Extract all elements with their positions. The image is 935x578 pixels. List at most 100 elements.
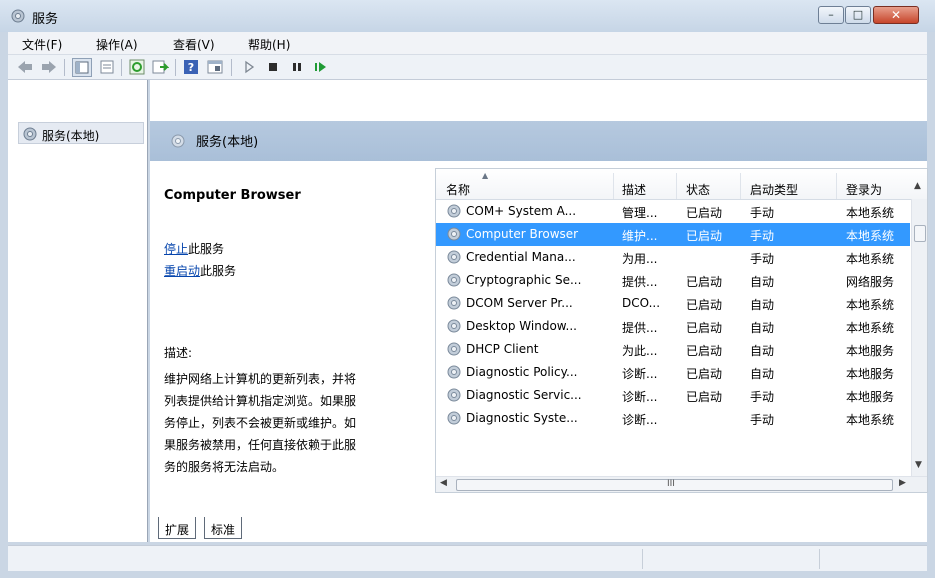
menu-view[interactable]: 查看(V) (173, 36, 215, 53)
minimize-button[interactable]: – (818, 6, 844, 24)
column-divider[interactable] (613, 173, 614, 199)
refresh-icon[interactable] (128, 59, 146, 75)
cell-logon: 本地系统 (846, 229, 895, 243)
cell-desc: 诊断... (622, 390, 658, 404)
scroll-left-icon[interactable]: ◀ (440, 478, 447, 488)
cell-startup: 手动 (750, 390, 775, 404)
start-icon[interactable] (240, 59, 258, 75)
restart-service-link-row: 重启动此服务 (164, 262, 236, 279)
column-header-logon-as[interactable]: 登录为 (846, 181, 882, 198)
cell-logon: 网络服务 (846, 275, 895, 289)
table-row[interactable]: Diagnostic Policy... 诊断... 已启动 自动 本地服务 (436, 361, 910, 384)
menu-file[interactable]: 文件(F) (22, 36, 62, 53)
services-list: ▲ 名称 描述 状态 启动类型 登录为 ▲ COM+ System A... 管理… (435, 168, 928, 493)
restart-icon[interactable] (311, 59, 329, 75)
window-title: 服务 (32, 12, 59, 27)
cell-status: 已启动 (686, 206, 723, 220)
show-hide-tree-icon[interactable] (72, 58, 92, 77)
column-header-description[interactable]: 描述 (622, 181, 646, 198)
export-list-icon[interactable] (151, 59, 170, 75)
table-row[interactable]: Diagnostic Syste... 诊断... 手动 本地系统 (436, 407, 910, 430)
column-divider[interactable] (676, 173, 677, 199)
table-row[interactable]: Cryptographic Se... 提供... 已启动 自动 网络服务 (436, 269, 910, 292)
table-row[interactable]: Desktop Window... 提供... 已启动 自动 本地系统 (436, 315, 910, 338)
cell-status: 已启动 (686, 229, 723, 243)
menu-help[interactable]: 帮助(H) (248, 36, 290, 53)
vertical-scroll-thumb[interactable] (914, 225, 926, 242)
stop-icon[interactable] (264, 59, 282, 75)
view-tabs: 扩展 标准 (150, 515, 927, 542)
pause-icon[interactable] (288, 59, 306, 75)
cell-status: 已启动 (686, 390, 723, 404)
cell-status: 已启动 (686, 344, 723, 358)
help-icon[interactable]: ? (182, 59, 200, 75)
service-gear-icon (446, 364, 462, 380)
table-row[interactable]: COM+ System A... 管理... 已启动 手动 本地系统 (436, 200, 910, 223)
title-bar[interactable]: 服务 – □ ✕ (0, 0, 935, 32)
cell-desc: DCO... (622, 296, 661, 310)
tab-extended[interactable]: 扩展 (158, 517, 197, 539)
table-row-selected[interactable]: Computer Browser 维护... 已启动 手动 本地系统 (436, 223, 910, 246)
cell-name: Cryptographic Se... (466, 273, 582, 287)
scroll-right-icon[interactable]: ▶ (899, 478, 906, 488)
close-button[interactable]: ✕ (873, 6, 919, 24)
column-divider[interactable] (740, 173, 741, 199)
toolbar-separator (231, 59, 232, 76)
column-header-status[interactable]: 状态 (686, 181, 710, 198)
forward-icon[interactable] (40, 59, 58, 75)
cell-startup: 自动 (750, 321, 775, 335)
cell-logon: 本地系统 (846, 298, 895, 312)
cell-desc: 诊断... (622, 367, 658, 381)
service-gear-icon (446, 341, 462, 357)
service-gear-icon (446, 203, 462, 219)
back-icon[interactable] (16, 59, 34, 75)
cell-name: Credential Mana... (466, 250, 576, 264)
maximize-button[interactable]: □ (845, 6, 871, 24)
cell-name: DHCP Client (466, 342, 539, 356)
cell-status: 已启动 (686, 321, 723, 335)
cell-startup: 手动 (750, 206, 775, 220)
horizontal-scroll-thumb[interactable]: III (456, 479, 893, 491)
svg-text:?: ? (188, 61, 194, 74)
description-label: 描述: (164, 346, 193, 360)
scroll-up-icon[interactable]: ▲ (914, 181, 921, 191)
status-divider (819, 549, 820, 569)
description-line: 果服务被禁用，任何直接依赖于此服 (164, 438, 357, 452)
status-divider (642, 549, 643, 569)
service-gear-icon (446, 387, 462, 403)
table-row[interactable]: Credential Mana... 为用... 手动 本地系统 (436, 246, 910, 269)
scroll-down-icon[interactable]: ▼ (915, 460, 922, 470)
sort-ascending-icon: ▲ (482, 171, 489, 180)
tree-item-services-local[interactable]: 服务(本地) (42, 127, 99, 144)
horizontal-scrollbar[interactable]: ◀ III ▶ (436, 476, 927, 492)
cell-desc: 提供... (622, 321, 658, 335)
cell-startup: 自动 (750, 275, 775, 289)
cell-startup: 自动 (750, 298, 775, 312)
column-header-startup-type[interactable]: 启动类型 (750, 181, 798, 198)
vertical-scrollbar[interactable]: ▼ (911, 199, 927, 476)
column-divider[interactable] (836, 173, 837, 199)
console-tree: 服务(本地) (8, 80, 148, 542)
toolbar-separator (121, 59, 122, 76)
cell-desc: 诊断... (622, 413, 658, 427)
properties-icon[interactable] (98, 59, 116, 75)
services-gear-icon (22, 126, 38, 142)
table-row[interactable]: Diagnostic Servic... 诊断... 已启动 手动 本地服务 (436, 384, 910, 407)
restart-service-link[interactable]: 重启动 (164, 264, 200, 278)
maximize-icon: □ (852, 8, 864, 21)
table-row[interactable]: DCOM Server Pr... DCO... 已启动 自动 本地系统 (436, 292, 910, 315)
menu-action[interactable]: 操作(A) (96, 36, 138, 53)
stop-service-link[interactable]: 停止 (164, 242, 188, 256)
menu-bar: 文件(F) 操作(A) 查看(V) 帮助(H) (8, 32, 927, 54)
table-row[interactable]: DHCP Client 为此... 已启动 自动 本地服务 (436, 338, 910, 361)
cell-name: Desktop Window... (466, 319, 577, 333)
column-header-name[interactable]: 名称 (446, 181, 470, 198)
toolbar-separator (175, 59, 176, 76)
description-line: 务的服务将无法启动。 (164, 460, 285, 474)
stop-service-suffix: 此服务 (188, 242, 225, 256)
tab-standard[interactable]: 标准 (204, 517, 243, 539)
services-panel: 服务(本地) Computer Browser 停止此服务 重启动此服务 描述:… (150, 80, 928, 542)
console-icon[interactable] (206, 59, 224, 75)
description-line: 务停止，列表不会被更新或维护。如 (164, 416, 357, 430)
service-gear-icon (446, 410, 462, 426)
